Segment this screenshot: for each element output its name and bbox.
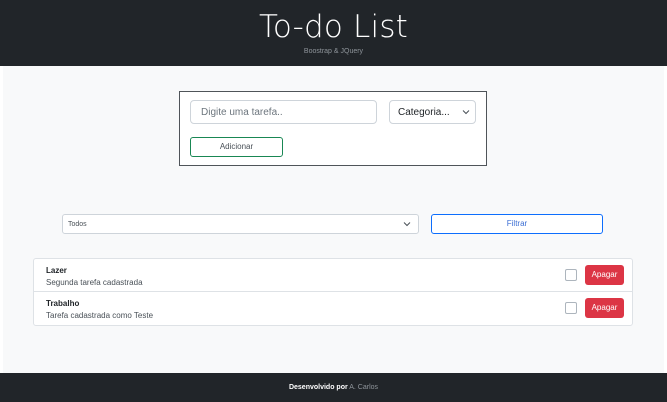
task-done-checkbox[interactable] xyxy=(565,302,577,314)
chevron-down-icon xyxy=(462,110,470,115)
task-done-checkbox[interactable] xyxy=(565,269,577,281)
category-select[interactable]: Categoria... xyxy=(389,100,476,124)
task-category: Lazer xyxy=(46,266,67,275)
page-subtitle: Boostrap & JQuery xyxy=(303,48,364,55)
task-list: Lazer Segunda tarefa cadastrada Apagar T… xyxy=(33,258,633,326)
task-description: Segunda tarefa cadastrada xyxy=(46,278,143,287)
task-item: Lazer Segunda tarefa cadastrada Apagar xyxy=(34,259,632,292)
add-button[interactable]: Adicionar xyxy=(190,137,283,157)
task-input[interactable]: Digite uma tarefa.. xyxy=(190,100,377,124)
footer-author: A. Carlos xyxy=(349,384,379,391)
task-category: Trabalho xyxy=(46,299,80,308)
delete-button[interactable]: Apagar xyxy=(585,265,624,285)
page-footer: Desenvolvido por A. Carlos xyxy=(0,373,667,402)
main-content: Digite uma tarefa.. Categoria... Adicion… xyxy=(3,66,664,373)
add-task-form: Digite uma tarefa.. Categoria... Adicion… xyxy=(179,91,487,166)
filter-select[interactable]: Todos xyxy=(62,214,419,234)
task-description: Tarefa cadastrada como Teste xyxy=(46,311,154,320)
page-header: To-do List Boostrap & JQuery xyxy=(0,0,667,66)
delete-button[interactable]: Apagar xyxy=(585,298,624,318)
category-select-value: Categoria... xyxy=(398,107,450,118)
task-item: Trabalho Tarefa cadastrada como Teste Ap… xyxy=(34,292,632,325)
filter-select-value: Todos xyxy=(68,221,87,228)
page-title: To-do List xyxy=(258,9,409,45)
chevron-down-icon xyxy=(403,222,411,227)
filter-button[interactable]: Filtrar xyxy=(431,214,603,234)
footer-lead: Desenvolvido por xyxy=(288,384,348,391)
